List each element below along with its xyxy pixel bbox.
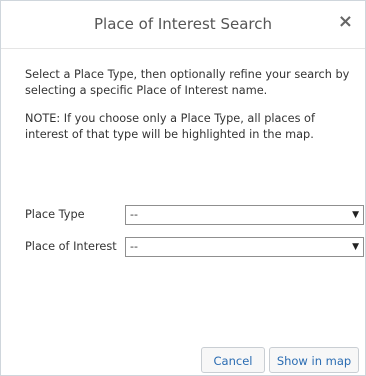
place-of-interest-label: Place of Interest	[25, 240, 117, 253]
place-type-label: Place Type	[25, 208, 85, 221]
place-type-select[interactable]: -- ▼	[125, 205, 364, 225]
intro-text: Select a Place Type, then optionally ref…	[25, 68, 350, 97]
chevron-down-icon: ▼	[352, 210, 359, 220]
dialog-title: Place of Interest Search	[94, 15, 272, 33]
dialog-header: Place of Interest Search ×	[1, 1, 365, 49]
chevron-down-icon: ▼	[352, 242, 359, 252]
place-type-value: --	[130, 208, 138, 221]
show-in-map-button[interactable]: Show in map	[269, 347, 359, 373]
place-of-interest-dialog: Place of Interest Search × Select a Plac…	[0, 0, 366, 376]
cancel-button[interactable]: Cancel	[201, 347, 265, 373]
place-of-interest-value: --	[130, 240, 138, 253]
place-of-interest-select[interactable]: -- ▼	[125, 237, 364, 257]
note-text: NOTE: If you choose only a Place Type, a…	[25, 112, 315, 141]
close-icon[interactable]: ×	[338, 13, 353, 31]
